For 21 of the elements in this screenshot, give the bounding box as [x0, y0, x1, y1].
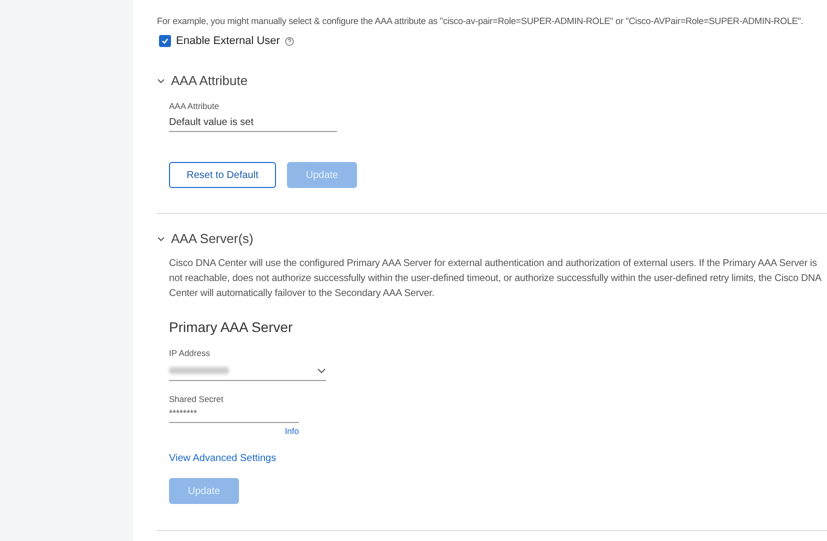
checkmark-icon: [161, 37, 169, 45]
dropdown-field[interactable]: [169, 364, 326, 381]
field-label: IP Address: [169, 348, 211, 358]
checkbox[interactable]: [159, 35, 171, 47]
info-link[interactable]: Info: [284, 426, 299, 436]
reset-button[interactable]: Reset to Default: [169, 162, 276, 188]
password-field[interactable]: ********: [169, 408, 299, 423]
intro-text: For example, you might manually select & configure the AAA attribute as "cisco-av-pair=Role=SUPER-ADMIN-ROLE" or "Cisco-AVPair=Role=SUPER-ADMIN-ROLE".: [157, 16, 804, 26]
help-icon[interactable]: [284, 36, 294, 46]
chevron-icon[interactable]: [157, 236, 165, 242]
subsection-title: Primary AAA Server: [169, 319, 294, 335]
caret-icon[interactable]: [317, 368, 326, 374]
advanced-settings-link[interactable]: View Advanced Settings: [169, 453, 276, 464]
checkbox-label: Enable External User: [176, 35, 280, 47]
section-title: AAA Attribute: [171, 73, 248, 88]
field-label: Shared Secret: [169, 394, 224, 404]
chevron-icon[interactable]: [157, 78, 165, 84]
input-field[interactable]: Default value is set: [169, 117, 337, 132]
description-text: Cisco DNA Center will use the configured Primary AAA Server for external authentication and authorization of external users. If the Primary AAA Server is not reachable, does not authorize successfully within the user-defined timeout, or authorize successfully within the user-defined retry limits, the Cisco DNA Center will automatically failover to the Secondary AAA Server.: [169, 257, 822, 301]
section-title: AAA Server(s): [171, 231, 254, 246]
field-label: AAA Attribute: [169, 101, 220, 111]
